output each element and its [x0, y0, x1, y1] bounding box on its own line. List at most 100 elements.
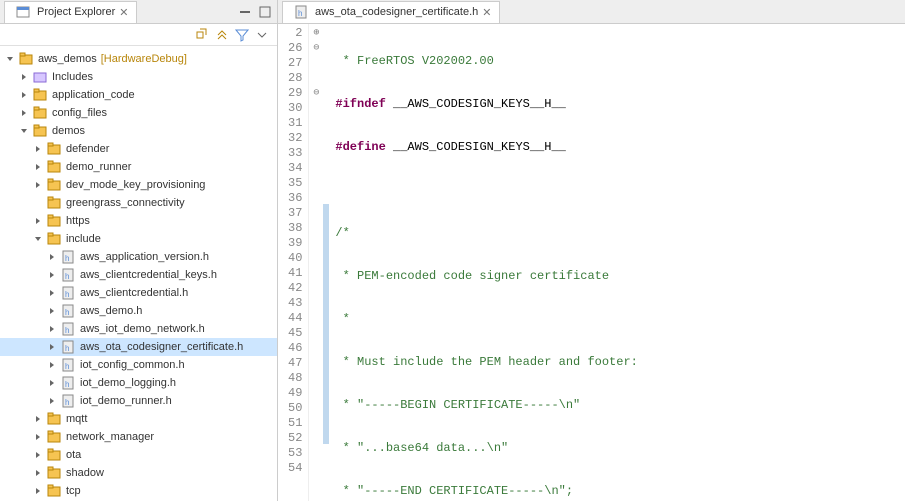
- tree-node-shadow[interactable]: shadow: [0, 464, 277, 482]
- tree-node-demo-runner[interactable]: demo_runner: [0, 158, 277, 176]
- chevron-right-icon[interactable]: [46, 305, 58, 317]
- editor-tab[interactable]: h aws_ota_codesigner_certificate.h ✕: [282, 1, 500, 23]
- chevron-right-icon[interactable]: [32, 413, 44, 425]
- tree-file-ota-codesigner[interactable]: haws_ota_codesigner_certificate.h: [0, 338, 277, 356]
- project-decoration: [HardwareDebug]: [97, 53, 187, 65]
- tree-file-clientcredential-keys[interactable]: haws_clientcredential_keys.h: [0, 266, 277, 284]
- editor-tab-label: aws_ota_codesigner_certificate.h: [315, 6, 478, 18]
- svg-text:h: h: [65, 254, 69, 263]
- project-name: aws_demos: [36, 53, 97, 65]
- code-line: * FreeRTOS V202002.00: [335, 54, 493, 68]
- chevron-right-icon[interactable]: [32, 215, 44, 227]
- tree-node-includes[interactable]: Includes: [0, 68, 277, 86]
- tree-node-ota[interactable]: ota: [0, 446, 277, 464]
- chevron-right-icon[interactable]: [46, 287, 58, 299]
- includes-icon: [32, 69, 48, 85]
- folder-icon: [46, 411, 62, 427]
- chevron-right-icon[interactable]: [18, 71, 30, 83]
- chevron-right-icon[interactable]: [32, 161, 44, 173]
- folder-icon: [46, 177, 62, 193]
- chevron-right-icon[interactable]: [46, 395, 58, 407]
- explorer-tab[interactable]: Project Explorer ✕: [4, 1, 137, 23]
- chevron-right-icon[interactable]: [46, 359, 58, 371]
- tree-node-dev-mode-key-provisioning[interactable]: dev_mode_key_provisioning: [0, 176, 277, 194]
- collapse-all-icon[interactable]: [195, 28, 209, 42]
- folder-icon: [46, 447, 62, 463]
- tree-node-defender[interactable]: defender: [0, 140, 277, 158]
- chevron-right-icon[interactable]: [32, 431, 44, 443]
- tree-node-tcp[interactable]: tcp: [0, 482, 277, 500]
- header-file-icon: h: [60, 339, 76, 355]
- close-icon[interactable]: ✕: [119, 6, 128, 19]
- tree-file-iot-demo-runner[interactable]: hiot_demo_runner.h: [0, 392, 277, 410]
- tree-node-mqtt[interactable]: mqtt: [0, 410, 277, 428]
- code-editor[interactable]: 2262728293031323334353637383940414243444…: [278, 24, 905, 501]
- project-icon: [18, 51, 34, 67]
- tree-node-greengrass[interactable]: greengrass_connectivity: [0, 194, 277, 212]
- code-line: * Must include the PEM header and footer…: [335, 355, 637, 369]
- chevron-right-icon[interactable]: [46, 341, 58, 353]
- header-file-icon: h: [293, 4, 309, 20]
- filter-icon[interactable]: [235, 28, 249, 42]
- link-editor-icon[interactable]: [215, 28, 229, 42]
- fold-column[interactable]: ⊕⊖⊖: [309, 24, 323, 501]
- tree-project-root[interactable]: aws_demos [HardwareDebug]: [0, 50, 277, 68]
- code-line: /*: [335, 226, 349, 240]
- code-line: * "-----BEGIN CERTIFICATE-----\n": [335, 398, 580, 412]
- explorer-tab-label: Project Explorer: [37, 6, 115, 18]
- chevron-right-icon[interactable]: [32, 179, 44, 191]
- tree-node-include[interactable]: include: [0, 230, 277, 248]
- maximize-icon[interactable]: [257, 4, 273, 20]
- chevron-right-icon[interactable]: [18, 107, 30, 119]
- folder-icon: [46, 429, 62, 445]
- tree-file-clientcredential[interactable]: haws_clientcredential.h: [0, 284, 277, 302]
- code-area[interactable]: * FreeRTOS V202002.00 #ifndef __AWS_CODE…: [329, 24, 905, 501]
- tree-node-demos[interactable]: demos: [0, 122, 277, 140]
- svg-text:h: h: [65, 398, 69, 407]
- chevron-right-icon[interactable]: [46, 251, 58, 263]
- tree-file-iot-demo-logging[interactable]: hiot_demo_logging.h: [0, 374, 277, 392]
- chevron-right-icon[interactable]: [46, 323, 58, 335]
- svg-text:h: h: [65, 308, 69, 317]
- tree-file-iot-config-common[interactable]: hiot_config_common.h: [0, 356, 277, 374]
- folder-icon: [46, 159, 62, 175]
- folder-icon: [46, 213, 62, 229]
- tree-file-demo[interactable]: haws_demo.h: [0, 302, 277, 320]
- svg-text:h: h: [65, 362, 69, 371]
- svg-text:h: h: [65, 380, 69, 389]
- header-file-icon: h: [60, 357, 76, 373]
- code-line: * PEM-encoded code signer certificate: [335, 269, 609, 283]
- chevron-down-icon[interactable]: [18, 125, 30, 137]
- tree-file-iot-demo-network[interactable]: haws_iot_demo_network.h: [0, 320, 277, 338]
- folder-icon: [46, 195, 62, 211]
- folder-open-icon: [46, 231, 62, 247]
- code-line: *: [335, 312, 349, 326]
- header-file-icon: h: [60, 249, 76, 265]
- tree-file-app-version[interactable]: haws_application_version.h: [0, 248, 277, 266]
- chevron-right-icon[interactable]: [32, 467, 44, 479]
- view-menu-icon[interactable]: [255, 28, 269, 42]
- chevron-right-icon[interactable]: [32, 485, 44, 497]
- header-file-icon: h: [60, 375, 76, 391]
- chevron-down-icon[interactable]: [4, 53, 16, 65]
- folder-icon: [46, 483, 62, 499]
- chevron-down-icon[interactable]: [32, 233, 44, 245]
- close-icon[interactable]: ✕: [482, 6, 491, 19]
- chevron-right-icon[interactable]: [32, 449, 44, 461]
- chevron-right-icon[interactable]: [46, 377, 58, 389]
- tree-node-application-code[interactable]: application_code: [0, 86, 277, 104]
- chevron-right-icon[interactable]: [46, 269, 58, 281]
- minimize-icon[interactable]: [237, 4, 253, 20]
- chevron-right-icon[interactable]: [18, 89, 30, 101]
- folder-open-icon: [32, 123, 48, 139]
- project-tree[interactable]: aws_demos [HardwareDebug] Includes appli…: [0, 46, 277, 501]
- folder-icon: [46, 141, 62, 157]
- tree-node-network-manager[interactable]: network_manager: [0, 428, 277, 446]
- chevron-right-icon[interactable]: [32, 143, 44, 155]
- editor-tabbar: h aws_ota_codesigner_certificate.h ✕: [278, 0, 905, 24]
- svg-text:h: h: [65, 326, 69, 335]
- line-number-gutter: 2262728293031323334353637383940414243444…: [278, 24, 309, 501]
- project-explorer-panel: Project Explorer ✕ aws_demos [Hardware: [0, 0, 278, 501]
- tree-node-config-files[interactable]: config_files: [0, 104, 277, 122]
- tree-node-https[interactable]: https: [0, 212, 277, 230]
